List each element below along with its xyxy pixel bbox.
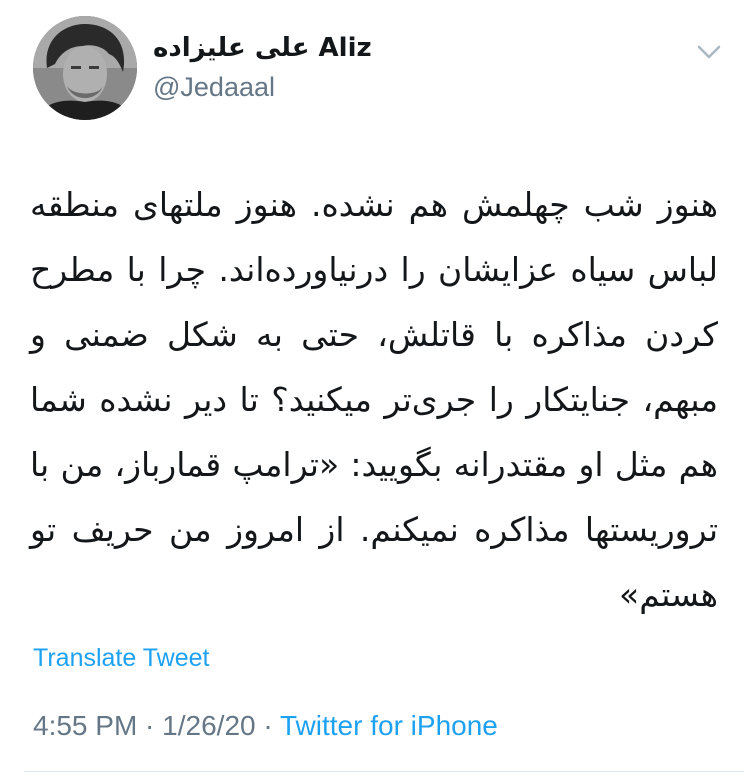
translate-tweet-link[interactable]: Translate Tweet — [33, 642, 209, 674]
tweet-card: علی علیزاده Aliz @Jedaaal هنوز شب چهلمش … — [0, 0, 750, 778]
meta-separator: · — [255, 710, 280, 741]
user-handle[interactable]: @Jedaaal — [153, 70, 275, 104]
avatar-image — [33, 16, 137, 120]
meta-separator: · — [137, 710, 163, 741]
avatar[interactable] — [33, 16, 137, 120]
tweet-time[interactable]: 4:55 PM — [33, 710, 137, 741]
tweet-text: هنوز شب چهلمش هم نشده. هنوز ملتهای منطقه… — [30, 185, 718, 614]
user-display-name[interactable]: علی علیزاده Aliz — [153, 30, 372, 66]
tweet-date[interactable]: 1/26/20 — [162, 710, 255, 741]
divider — [24, 771, 744, 772]
tweet-source-link[interactable]: Twitter for iPhone — [280, 710, 498, 741]
tweet-metadata: 4:55 PM · 1/26/20 · Twitter for iPhone — [33, 707, 498, 745]
chevron-down-icon[interactable] — [692, 38, 726, 66]
